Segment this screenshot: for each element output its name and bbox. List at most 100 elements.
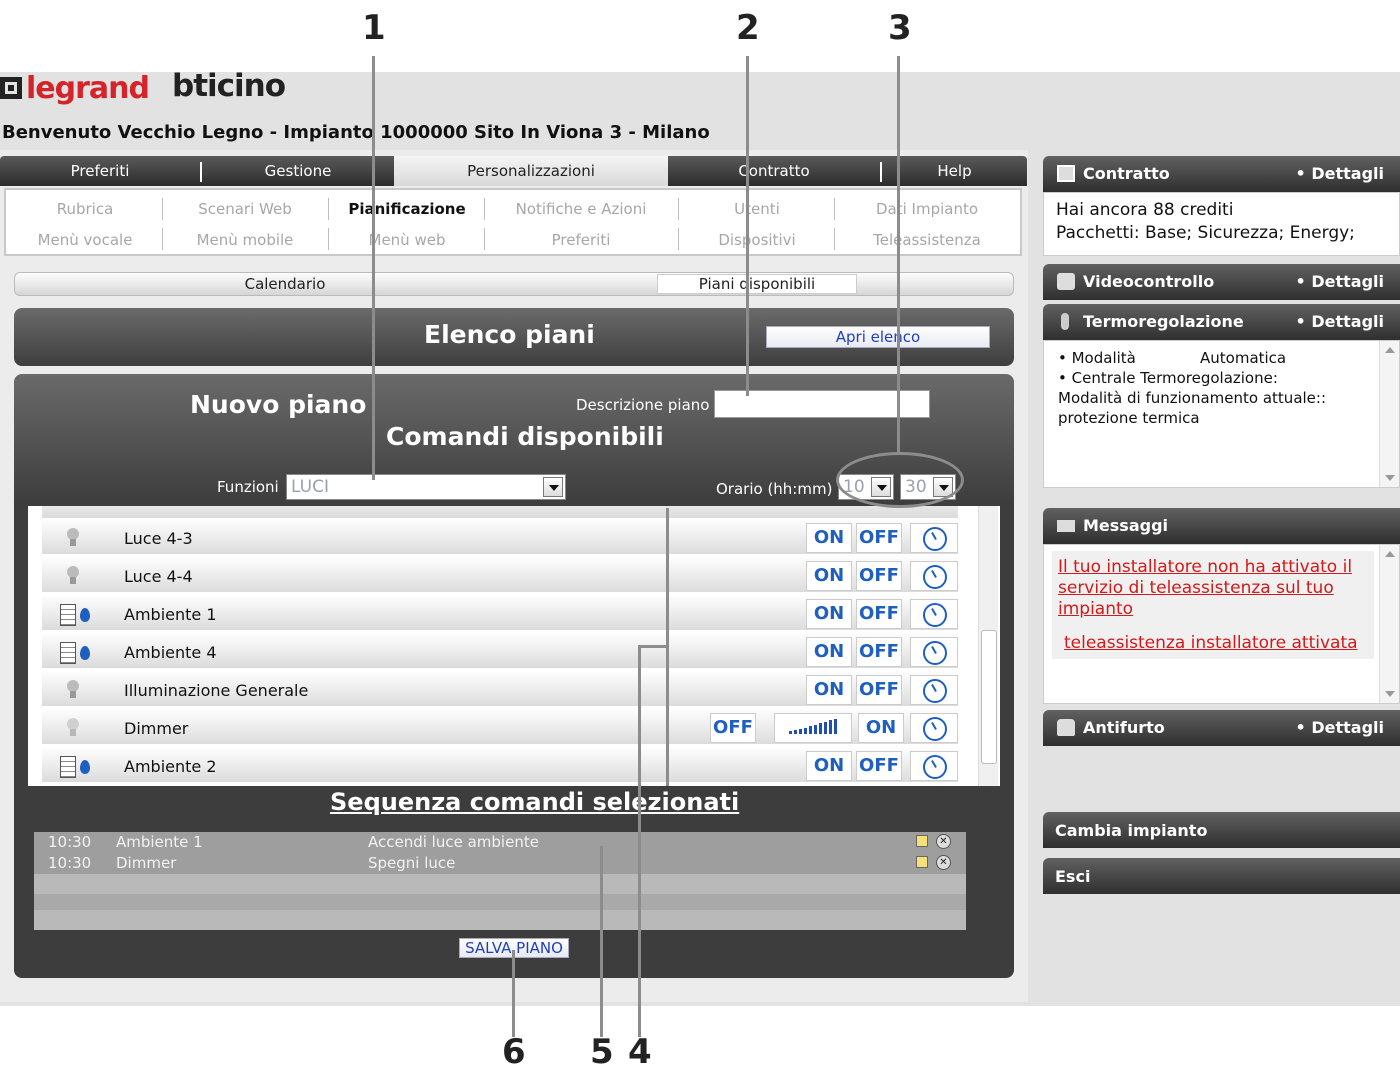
submenu-pianificazione[interactable]: Pianificazione [332, 200, 482, 218]
submenu-menu-web[interactable]: Menù web [332, 231, 482, 249]
submenu-separator [678, 198, 679, 220]
on-button[interactable]: ON [806, 523, 852, 553]
messaggi-header[interactable]: Messaggi [1043, 508, 1400, 544]
messaggi-scrollbar[interactable] [1379, 545, 1399, 703]
funzioni-select[interactable]: LUCI [286, 474, 566, 500]
modalita-funzionamento-value: protezione termica [1058, 409, 1200, 427]
callout-line [897, 56, 900, 452]
clock-icon[interactable] [910, 637, 958, 667]
nuovo-piano-title: Nuovo piano [190, 390, 367, 419]
videocontrollo-details-link[interactable]: • Dettagli [1296, 272, 1384, 291]
seq-name: Ambiente 1 [116, 833, 203, 851]
tab-calendario[interactable]: Calendario [185, 275, 385, 293]
off-button[interactable]: OFF [856, 561, 902, 591]
tab-help[interactable]: Help [882, 156, 1027, 186]
callout-line [638, 645, 641, 1037]
calendar-tab-bar: Calendario Piani disponibili [14, 272, 1014, 296]
list-scrollbar[interactable] [978, 506, 998, 786]
submenu-menu-mobile[interactable]: Menù mobile [170, 231, 320, 249]
submenu-dati-impianto[interactable]: Dati Impianto [852, 200, 1002, 218]
videocontrollo-title: Videocontrollo [1083, 272, 1215, 291]
list-item: Ambiente 4 ON OFF [42, 634, 958, 670]
submenu-notifiche[interactable]: Notifiche e Azioni [506, 200, 656, 218]
delete-icon[interactable]: ✕ [936, 834, 951, 849]
table-row[interactable]: 10:30 Dimmer Spegni luce ✕ [34, 853, 966, 874]
on-button[interactable]: ON [806, 751, 852, 781]
message-link[interactable]: teleassistenza installatore attivata [1064, 633, 1374, 654]
clock-icon[interactable] [910, 675, 958, 705]
submenu-teleassistenza[interactable]: Teleassistenza [852, 231, 1002, 249]
submenu-separator [834, 198, 835, 220]
callout-oval [836, 452, 964, 508]
edit-icon[interactable] [916, 835, 928, 847]
messaggi-title: Messaggi [1083, 516, 1169, 535]
termoregolazione-header[interactable]: Termoregolazione • Dettagli [1043, 304, 1400, 340]
seq-action: Accendi luce ambiente [368, 833, 539, 851]
off-button[interactable]: OFF [856, 599, 902, 629]
message-link[interactable]: Il tuo installatore non ha attivato il s… [1058, 557, 1372, 620]
table-row[interactable]: 10:30 Ambiente 1 Accendi luce ambiente ✕ [34, 832, 966, 853]
packages-text: Pacchetti: Base; Sicurezza; Energy; [1056, 223, 1355, 243]
on-button[interactable]: ON [806, 599, 852, 629]
submenu-utenti[interactable]: Utenti [682, 200, 832, 218]
clock-icon[interactable] [910, 599, 958, 629]
termoregolazione-details-link[interactable]: • Dettagli [1296, 312, 1384, 331]
delete-icon[interactable]: ✕ [936, 855, 951, 870]
chevron-down-icon[interactable] [543, 477, 563, 497]
clock-icon[interactable] [910, 523, 958, 553]
clock-icon[interactable] [910, 713, 958, 743]
submenu-menu-vocale[interactable]: Menù vocale [10, 231, 160, 249]
bticino-logo-text: bticino [172, 68, 286, 104]
submenu-separator [834, 228, 835, 250]
antifurto-details-link[interactable]: • Dettagli [1296, 718, 1384, 737]
on-button[interactable]: ON [806, 675, 852, 705]
contratto-details-link[interactable]: • Dettagli [1296, 164, 1384, 183]
dimmer-level-slider[interactable] [774, 713, 852, 743]
contratto-header[interactable]: Contratto • Dettagli [1043, 156, 1400, 192]
off-button[interactable]: OFF [856, 751, 902, 781]
off-button[interactable]: OFF [710, 713, 756, 743]
list-item: Illuminazione Generale ON OFF [42, 672, 958, 708]
funzioni-label: Funzioni [217, 478, 279, 496]
tab-contratto[interactable]: Contratto [668, 156, 880, 186]
scrollbar-thumb[interactable] [981, 630, 997, 764]
on-button[interactable]: ON [858, 713, 904, 743]
termo-scrollbar[interactable] [1379, 341, 1399, 487]
submenu-scenari-web[interactable]: Scenari Web [170, 200, 320, 218]
ambient-icon [60, 642, 90, 664]
tab-piani-disponibili[interactable]: Piani disponibili [657, 274, 857, 294]
videocontrollo-header[interactable]: Videocontrollo • Dettagli [1043, 264, 1400, 300]
off-button[interactable]: OFF [856, 637, 902, 667]
submenu-separator [328, 198, 329, 220]
submenu-separator [162, 198, 163, 220]
submenu-preferiti[interactable]: Preferiti [506, 231, 656, 249]
antifurto-header[interactable]: Antifurto • Dettagli [1043, 710, 1400, 746]
edit-icon[interactable] [916, 856, 928, 868]
command-name: Illuminazione Generale [124, 681, 309, 700]
submenu-dispositivi[interactable]: Dispositivi [682, 231, 832, 249]
ambient-icon [60, 756, 90, 778]
legrand-logo: legrand [0, 70, 150, 106]
funzioni-value: LUCI [291, 477, 329, 497]
ambient-icon [60, 604, 90, 626]
modalita-label: • Modalità [1058, 349, 1136, 367]
list-item: Luce 4-3 ON OFF [42, 520, 958, 556]
on-button[interactable]: ON [806, 637, 852, 667]
tab-gestione[interactable]: Gestione [202, 156, 394, 186]
apri-elenco-button[interactable]: Apri elenco [766, 326, 990, 348]
cambia-impianto-button[interactable]: Cambia impianto [1043, 812, 1400, 848]
off-button[interactable]: OFF [856, 675, 902, 705]
tab-personalizzazioni[interactable]: Personalizzazioni [394, 156, 668, 186]
clock-icon[interactable] [910, 561, 958, 591]
off-button[interactable]: OFF [856, 523, 902, 553]
seq-action: Spegni luce [368, 854, 456, 872]
submenu-rubrica[interactable]: Rubrica [10, 200, 160, 218]
dimmer-icon [60, 718, 90, 740]
messaggi-body: Il tuo installatore non ha attivato il s… [1043, 544, 1400, 704]
tab-preferiti[interactable]: Preferiti [0, 156, 200, 186]
command-name: Luce 4-3 [124, 529, 193, 548]
descrizione-label: Descrizione piano [576, 396, 710, 414]
esci-button[interactable]: Esci [1043, 858, 1400, 894]
on-button[interactable]: ON [806, 561, 852, 591]
clock-icon[interactable] [910, 751, 958, 781]
